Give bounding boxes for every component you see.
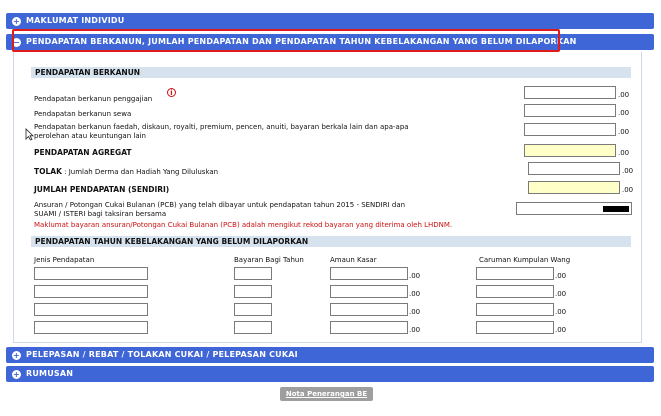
info-icon[interactable]: i [167, 88, 176, 97]
section-pelepasan[interactable]: + PELEPASAN / REBAT / TOLAKAN CUKAI / PEL… [6, 347, 654, 363]
input-jenis-1[interactable] [34, 267, 148, 280]
decimal-suffix: .00 [618, 109, 630, 117]
input-jenis-3[interactable] [34, 303, 148, 316]
section-title: RUMUSAN [26, 369, 74, 378]
col-caruman: Caruman Kumpulan Wang [479, 256, 571, 264]
label-agregat: PENDAPATAN AGREGAT [34, 148, 132, 157]
section-maklumat-individu[interactable]: + MAKLUMAT INDIVIDU [6, 13, 654, 29]
input-caruman-2[interactable] [476, 285, 554, 298]
input-caruman-1[interactable] [476, 267, 554, 280]
label-sewa: Pendapatan berkanun sewa [34, 110, 132, 118]
decimal-suffix: .00 [622, 167, 634, 175]
label-penggajian: Pendapatan berkanun penggajian [34, 95, 153, 103]
sub-header-berkanun: PENDAPATAN BERKANUN [31, 67, 631, 78]
col-bayaran-bagi-tahun: Bayaran Bagi Tahun [234, 256, 304, 264]
input-amaun-2[interactable] [330, 285, 408, 298]
decimal-suffix: .00 [618, 128, 630, 136]
section-title: PELEPASAN / REBAT / TOLAKAN CUKAI / PELE… [26, 350, 298, 359]
input-tahun-2[interactable] [234, 285, 272, 298]
label-faedah-line1: Pendapatan berkanun faedah, diskaun, roy… [34, 123, 409, 131]
input-amaun-4[interactable] [330, 321, 408, 334]
input-penggajian[interactable] [524, 86, 616, 99]
mouse-cursor-icon [25, 128, 34, 141]
decimal-suffix: .00 [409, 290, 421, 298]
input-jumlah[interactable] [528, 181, 620, 194]
input-pcb[interactable] [516, 202, 632, 215]
input-caruman-4[interactable] [476, 321, 554, 334]
col-jenis-pendapatan: Jenis Pendapatan [34, 256, 95, 264]
decimal-suffix: .00 [555, 326, 567, 334]
input-faedah[interactable] [524, 123, 616, 136]
decimal-suffix: .00 [409, 272, 421, 280]
decimal-suffix: .00 [409, 326, 421, 334]
label-tolak-desc: : Jumlah Derma dan Hadiah Yang Diluluska… [64, 168, 219, 176]
label-tolak-row: TOLAK : Jumlah Derma dan Hadiah Yang Dil… [34, 167, 218, 177]
decimal-suffix: .00 [409, 308, 421, 316]
sub-header-kebelakangan: PENDAPATAN TAHUN KEBELAKANGAN YANG BELUM… [31, 236, 631, 247]
input-amaun-3[interactable] [330, 303, 408, 316]
plus-icon: + [12, 351, 21, 360]
decimal-suffix: .00 [618, 91, 630, 99]
input-jenis-2[interactable] [34, 285, 148, 298]
label-tolak: TOLAK [34, 167, 62, 176]
input-tahun-1[interactable] [234, 267, 272, 280]
section-title: MAKLUMAT INDIVIDU [26, 16, 125, 25]
input-tahun-4[interactable] [234, 321, 272, 334]
plus-icon: + [12, 370, 21, 379]
label-pcb-line2: SUAMI / ISTERI bagi taksiran bersama [34, 210, 167, 218]
label-pcb-line1: Ansuran / Potongan Cukai Bulanan (PCB) y… [34, 201, 406, 209]
input-amaun-1[interactable] [330, 267, 408, 280]
input-caruman-3[interactable] [476, 303, 554, 316]
nota-penerangan-button[interactable]: Nota Penerangan BE [280, 387, 373, 401]
plus-icon: + [12, 17, 21, 26]
pcb-value-redacted [603, 206, 629, 212]
col-amaun-kasar: Amaun Kasar [330, 256, 377, 264]
decimal-suffix: .00 [618, 149, 630, 157]
decimal-suffix: .00 [555, 308, 567, 316]
decimal-suffix: .00 [622, 186, 634, 194]
input-sewa[interactable] [524, 104, 616, 117]
label-pcb-note: Maklumat bayaran ansuran/Potongan Cukai … [34, 221, 453, 229]
input-tolak[interactable] [528, 162, 620, 175]
input-tahun-3[interactable] [234, 303, 272, 316]
label-jumlah: JUMLAH PENDAPATAN (SENDIRI) [34, 185, 170, 194]
highlight-box [12, 29, 560, 52]
input-jenis-4[interactable] [34, 321, 148, 334]
input-agregat[interactable] [524, 144, 616, 157]
decimal-suffix: .00 [555, 272, 567, 280]
section-rumusan[interactable]: + RUMUSAN [6, 366, 654, 382]
decimal-suffix: .00 [555, 290, 567, 298]
label-faedah-line2: perolehan atau keuntungan lain [34, 132, 146, 140]
